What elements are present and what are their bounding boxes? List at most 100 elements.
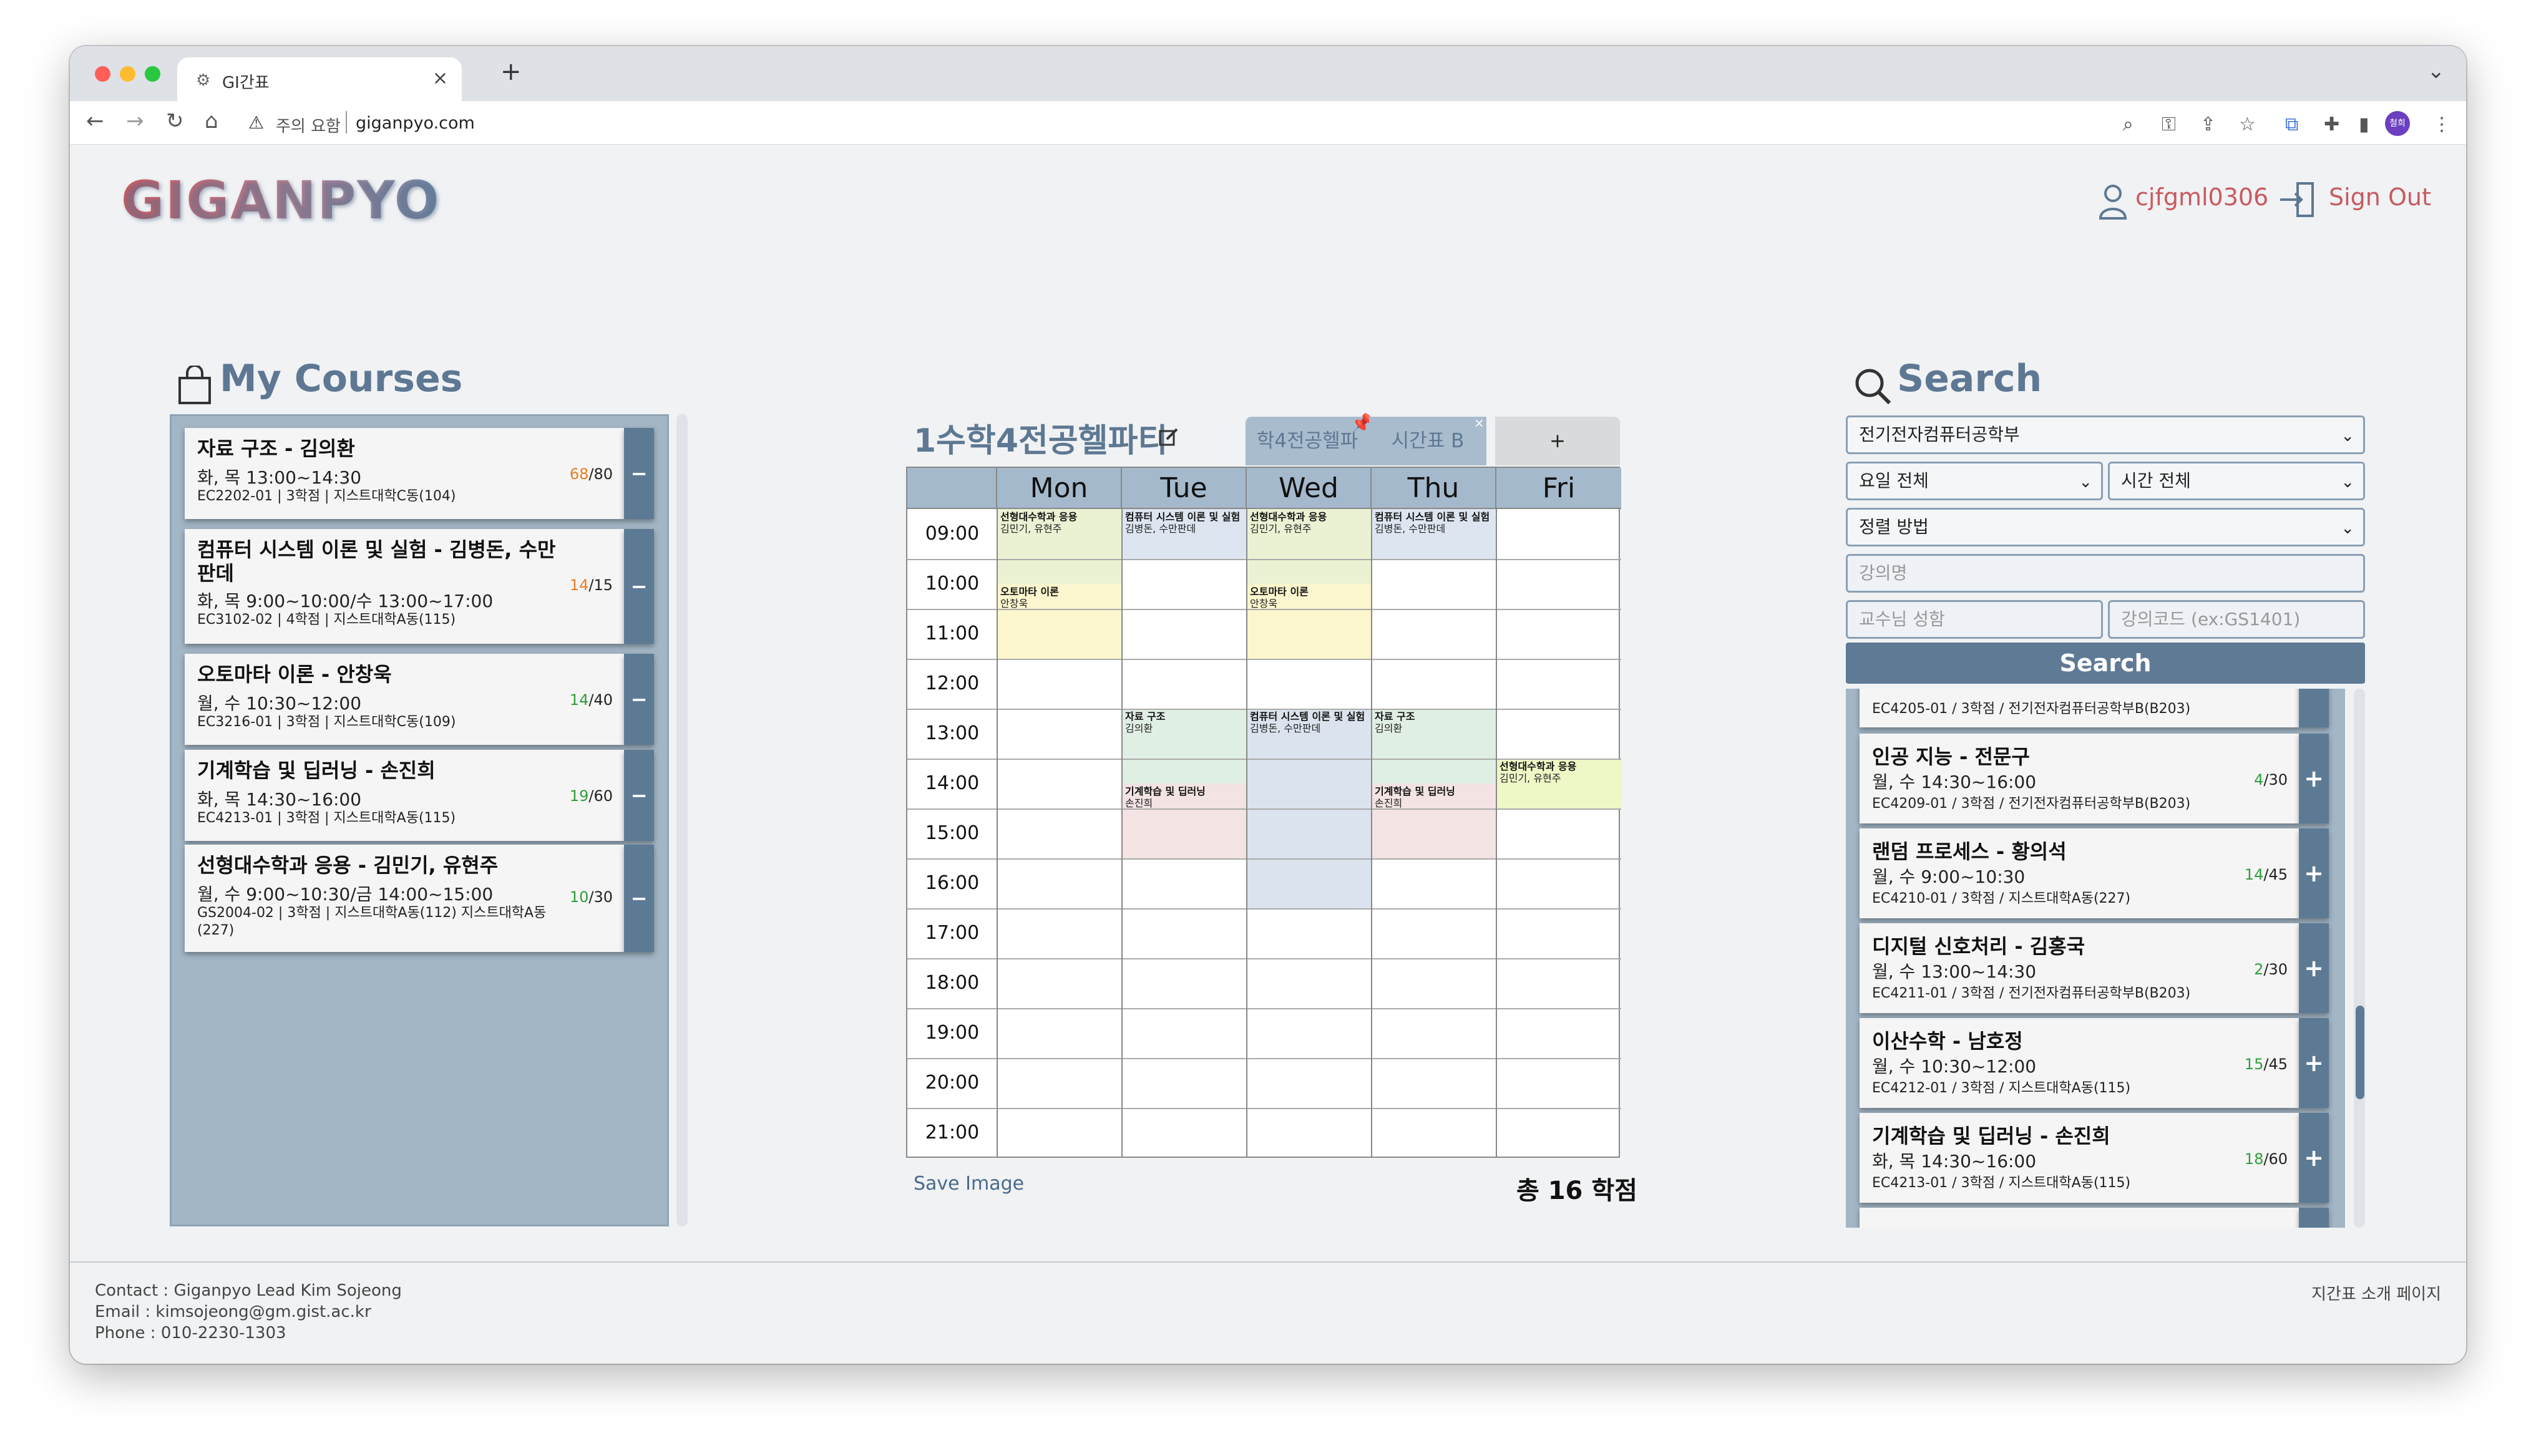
save-image-link[interactable]: Save Image (914, 1173, 1024, 1195)
course-card: 자료 구조 - 김의환 화, 목 13:00~14:30 EC2202-01 |… (185, 428, 654, 519)
key-icon[interactable]: ⚿ (2162, 114, 2176, 135)
sort-select[interactable]: 정렬 방법 ⌄ (1846, 508, 2365, 546)
course-time: 월, 수 14:30~16:00 (1872, 772, 2037, 792)
time-select[interactable]: 시간 전체 ⌄ (2108, 462, 2365, 500)
translate-icon[interactable]: ⧉ (2285, 114, 2298, 135)
intro-page-link[interactable]: 지간표 소개 페이지 (2311, 1281, 2441, 1304)
new-tab-icon[interactable]: + (500, 57, 522, 86)
course-meta: EC4213-01 / 3학점 / 지스트대학A동(115) (1872, 1175, 2131, 1191)
schedule-block[interactable]: 기계학습 및 딥러닝 손진희 (1372, 784, 1496, 858)
enrollment-count: 14/15 (569, 576, 613, 594)
sign-out-icon[interactable] (2279, 181, 2316, 218)
course-name-input[interactable]: 강의명 (1846, 554, 2365, 593)
close-window-icon[interactable] (95, 66, 110, 82)
grid-line (907, 858, 1621, 860)
maximize-window-icon[interactable] (145, 66, 160, 82)
tab-search-chevron-icon[interactable]: ⌄ (2427, 59, 2446, 84)
time-label: 20:00 (925, 1072, 980, 1094)
site-logo[interactable]: GIGANPYO (121, 170, 440, 231)
extensions-icon[interactable]: ✚ (2324, 114, 2339, 135)
course-meta: EC4209-01 / 3학점 / 전기전자컴퓨터공학부B(B203) (1872, 796, 2191, 812)
schedule-block[interactable]: 자료 구조 김의환 (1372, 709, 1496, 784)
share-icon[interactable]: ⇪ (2200, 114, 2216, 135)
remove-course-button[interactable]: − (624, 845, 654, 952)
minimize-window-icon[interactable] (120, 66, 135, 82)
time-label: 19:00 (925, 1022, 980, 1044)
grid-line (907, 559, 1621, 560)
results-scrollbar-thumb[interactable] (2356, 1006, 2364, 1099)
grid-line (907, 759, 1621, 760)
username[interactable]: cjfgml0306 (2135, 183, 2268, 211)
remove-course-button[interactable]: − (624, 428, 654, 519)
result-card: 디지털 신호처리 - 김홍국 월, 수 13:00~14:30 EC4211-0… (1860, 923, 2329, 1013)
course-meta: EC4210-01 / 3학점 / 지스트대학A동(227) (1872, 891, 2131, 906)
forward-icon[interactable]: → (126, 109, 144, 133)
search-results-list[interactable]: EC4205-01 / 3학점 / 전기전자컴퓨터공학부B(B203) 인공 지… (1846, 689, 2345, 1228)
address-bar[interactable]: ⚠ 주의 요함 giganpyo.com (245, 106, 2404, 140)
toolbar: ← → ↻ ⌂ ⚠ 주의 요함 giganpyo.com ⌕ ⚿ ⇪ ☆ ⧉ ✚… (70, 101, 2466, 145)
course-meta: GS2004-02 | 3학점 | 지스트대학A동(112) 지스트대학A동 (… (197, 905, 547, 938)
enrollment-count: 10/30 (569, 888, 613, 906)
schedule-block[interactable]: 자료 구조 김의환 (1122, 709, 1247, 784)
schedule-block[interactable]: 컴퓨터 시스템 이론 및 실험 김병돈, 수만판데 (1122, 509, 1247, 559)
add-course-button[interactable]: + (2299, 734, 2329, 823)
schedule-block[interactable]: 선형대수학과 응용 김민기, 유현주 (997, 509, 1122, 584)
grid-line (907, 709, 1621, 710)
browser-tab[interactable]: ⚙ GI간표 × (177, 57, 462, 101)
grid-line (1371, 509, 1372, 1158)
add-course-button[interactable] (2299, 1208, 2329, 1228)
reload-icon[interactable]: ↻ (166, 109, 184, 133)
edit-icon[interactable] (1158, 427, 1179, 448)
add-course-button[interactable]: + (2299, 923, 2329, 1013)
schedule-block[interactable]: 컴퓨터 시스템 이론 및 실험 김병돈, 수만판데 (1372, 509, 1496, 559)
courses-scrollbar[interactable] (676, 414, 688, 1226)
search-button[interactable]: Search (1846, 643, 2365, 684)
schedule-block[interactable]: 기계학습 및 딥러닝 손진희 (1122, 784, 1247, 858)
remove-course-button[interactable]: − (624, 750, 654, 841)
add-course-button[interactable]: + (2299, 1113, 2329, 1203)
grid-line (907, 1008, 1621, 1009)
menu-icon[interactable]: ⋮ (2432, 114, 2451, 135)
course-time: 화, 목 14:30~16:00 (1872, 1151, 2037, 1172)
result-card: 랜덤 프로세스 - 황의석 월, 수 9:00~10:30 EC4210-01 … (1860, 828, 2329, 918)
security-label[interactable]: 주의 요함 (276, 114, 341, 137)
home-icon[interactable]: ⌂ (205, 109, 218, 133)
sidebar-icon[interactable]: ▮ (2359, 114, 2369, 135)
sign-out-button[interactable]: Sign Out (2329, 183, 2431, 211)
course-name: 선형대수학과 응용 - 김민기, 유현주 (197, 853, 499, 877)
back-icon[interactable]: ← (86, 109, 104, 133)
remove-course-button[interactable]: − (624, 529, 654, 644)
warning-icon[interactable]: ⚠ (248, 112, 264, 133)
course-time: 월, 수 9:00~10:30 (1872, 866, 2026, 887)
course-name: 디지털 신호처리 - 김홍국 (1872, 934, 2085, 958)
zoom-search-icon[interactable]: ⌕ (2123, 114, 2134, 135)
browser-window: ⚙ GI간표 × + ⌄ ← → ↻ ⌂ ⚠ 주의 요함 giganpyo.co… (70, 46, 2466, 1364)
add-course-button[interactable] (2299, 689, 2329, 727)
results-scrollbar[interactable] (2354, 689, 2365, 1228)
tab-close-icon[interactable]: × (1474, 415, 1485, 430)
user-icon[interactable] (2098, 182, 2128, 220)
star-icon[interactable]: ☆ (2239, 114, 2256, 135)
remove-course-button[interactable]: − (624, 654, 654, 745)
schedule-tab[interactable]: 시간표 B (1369, 417, 1486, 465)
favicon-icon: ⚙ (196, 71, 211, 90)
add-course-button[interactable]: + (2299, 1018, 2329, 1108)
grid-line (907, 659, 1621, 660)
course-code-input[interactable]: 강의코드 (ex:GS1401) (2108, 600, 2365, 639)
professor-input[interactable]: 교수님 성함 (1846, 600, 2103, 639)
grid-line (907, 808, 1621, 810)
profile-avatar[interactable]: 철희 (2385, 111, 2410, 136)
tab-close-icon[interactable]: × (432, 67, 448, 89)
url-text[interactable]: giganpyo.com (356, 114, 475, 133)
add-course-button[interactable]: + (2299, 828, 2329, 918)
schedule-block[interactable]: 선형대수학과 응용 김민기, 유현주 (1496, 759, 1621, 808)
schedule-block[interactable]: 오토마타 이론 안창욱 (1247, 584, 1372, 659)
day-select[interactable]: 요일 전체 ⌄ (1846, 462, 2103, 500)
search-heading: Search (1897, 357, 2042, 400)
schedule-block[interactable]: 선형대수학과 응용 김민기, 유현주 (1247, 509, 1372, 584)
department-select[interactable]: 전기전자컴퓨터공학부 ⌄ (1846, 415, 2365, 454)
course-card: 오토마타 이론 - 안창욱 월, 수 10:30~12:00 EC3216-01… (185, 654, 654, 745)
schedule-block[interactable]: 오토마타 이론 안창욱 (997, 584, 1122, 659)
my-courses-list[interactable]: 자료 구조 - 김의환 화, 목 13:00~14:30 EC2202-01 |… (170, 414, 669, 1226)
add-schedule-tab[interactable]: + (1495, 417, 1620, 465)
